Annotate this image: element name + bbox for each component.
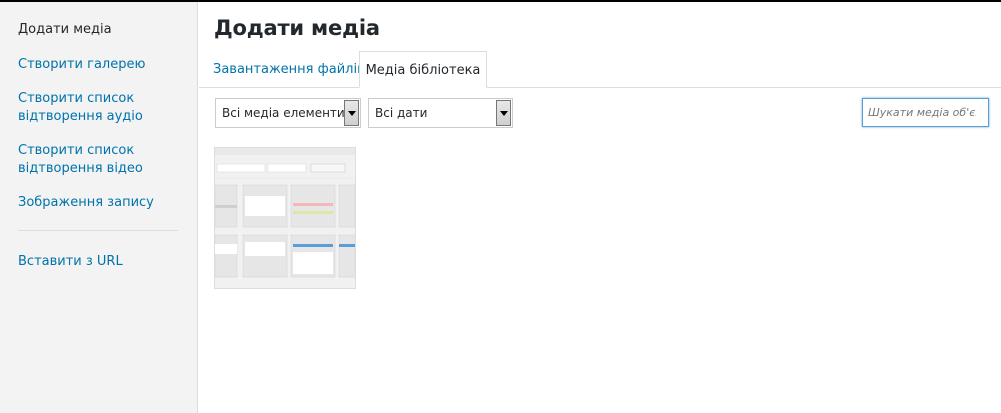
media-type-filter[interactable]: Всі медіа елементи — [215, 98, 361, 128]
chevron-down-icon[interactable] — [344, 100, 359, 126]
menu-create-audio-playlist[interactable]: Створити список відтворення аудіо — [18, 90, 158, 126]
menu-create-video-playlist[interactable]: Створити список відтворення відео — [18, 142, 158, 178]
menu-featured-image[interactable]: Зображення запису — [18, 194, 154, 212]
attachment-preview-image — [215, 148, 355, 288]
page-title: Додати медіа — [214, 16, 380, 40]
media-frame-content: Додати медіа Завантаження файлів Медіа б… — [199, 2, 1001, 413]
search-input[interactable] — [862, 98, 989, 127]
tab-media-library[interactable]: Медіа бібліотека — [359, 51, 487, 88]
media-sidebar: Додати медіа Створити галерею Створити с… — [0, 2, 198, 413]
chevron-down-icon[interactable] — [496, 100, 511, 126]
date-filter[interactable]: Всі дати — [368, 98, 513, 128]
menu-separator — [18, 230, 178, 231]
media-type-filter-value: Всі медіа елементи — [222, 106, 345, 120]
tab-upload-files[interactable]: Завантаження файлів — [213, 51, 365, 88]
date-filter-value: Всі дати — [375, 106, 428, 120]
media-attachment-thumbnail[interactable] — [214, 147, 356, 289]
menu-add-media[interactable]: Додати медіа — [18, 21, 112, 39]
menu-create-gallery[interactable]: Створити галерею — [18, 56, 145, 74]
menu-insert-from-url[interactable]: Вставити з URL — [18, 253, 123, 271]
